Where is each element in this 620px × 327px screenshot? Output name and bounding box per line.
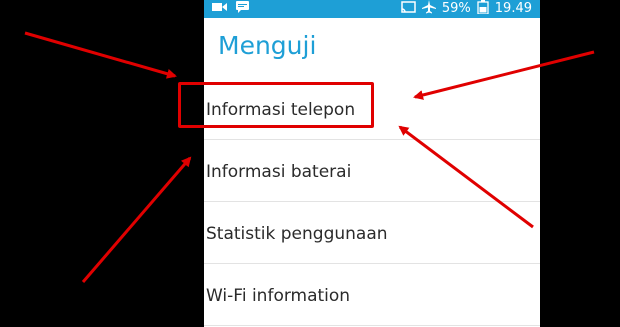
chat-message-icon — [236, 1, 249, 17]
video-camera-icon — [212, 1, 228, 17]
page-title: Menguji — [218, 31, 317, 60]
status-bar: 59% 19.49 — [204, 0, 540, 18]
menu-item-usage-stats[interactable]: Statistik penggunaan — [204, 202, 540, 264]
screenshot-stage: 59% 19.49 Menguji Informasi telepon Info… — [0, 0, 620, 327]
battery-icon — [477, 0, 489, 18]
arrow-top-left — [24, 31, 177, 79]
menu-item-label: Statistik penggunaan — [206, 224, 388, 244]
menu-item-wifi-info[interactable]: Wi-Fi information — [204, 264, 540, 326]
clock-time: 19.49 — [494, 1, 532, 16]
cast-icon — [401, 1, 416, 17]
battery-percent: 59% — [441, 1, 471, 16]
menu-item-label: Wi-Fi information — [206, 286, 351, 306]
menu-item-battery-info[interactable]: Informasi baterai — [204, 140, 540, 202]
menu-item-label: Informasi baterai — [206, 162, 352, 182]
status-bar-left — [212, 0, 249, 18]
airplane-mode-icon — [421, 0, 436, 18]
status-bar-right: 59% 19.49 — [401, 0, 532, 18]
highlight-box-annotation — [178, 82, 374, 128]
arrow-bottom-left — [81, 156, 192, 283]
phone-screen: 59% 19.49 Menguji Informasi telepon Info… — [204, 0, 540, 327]
